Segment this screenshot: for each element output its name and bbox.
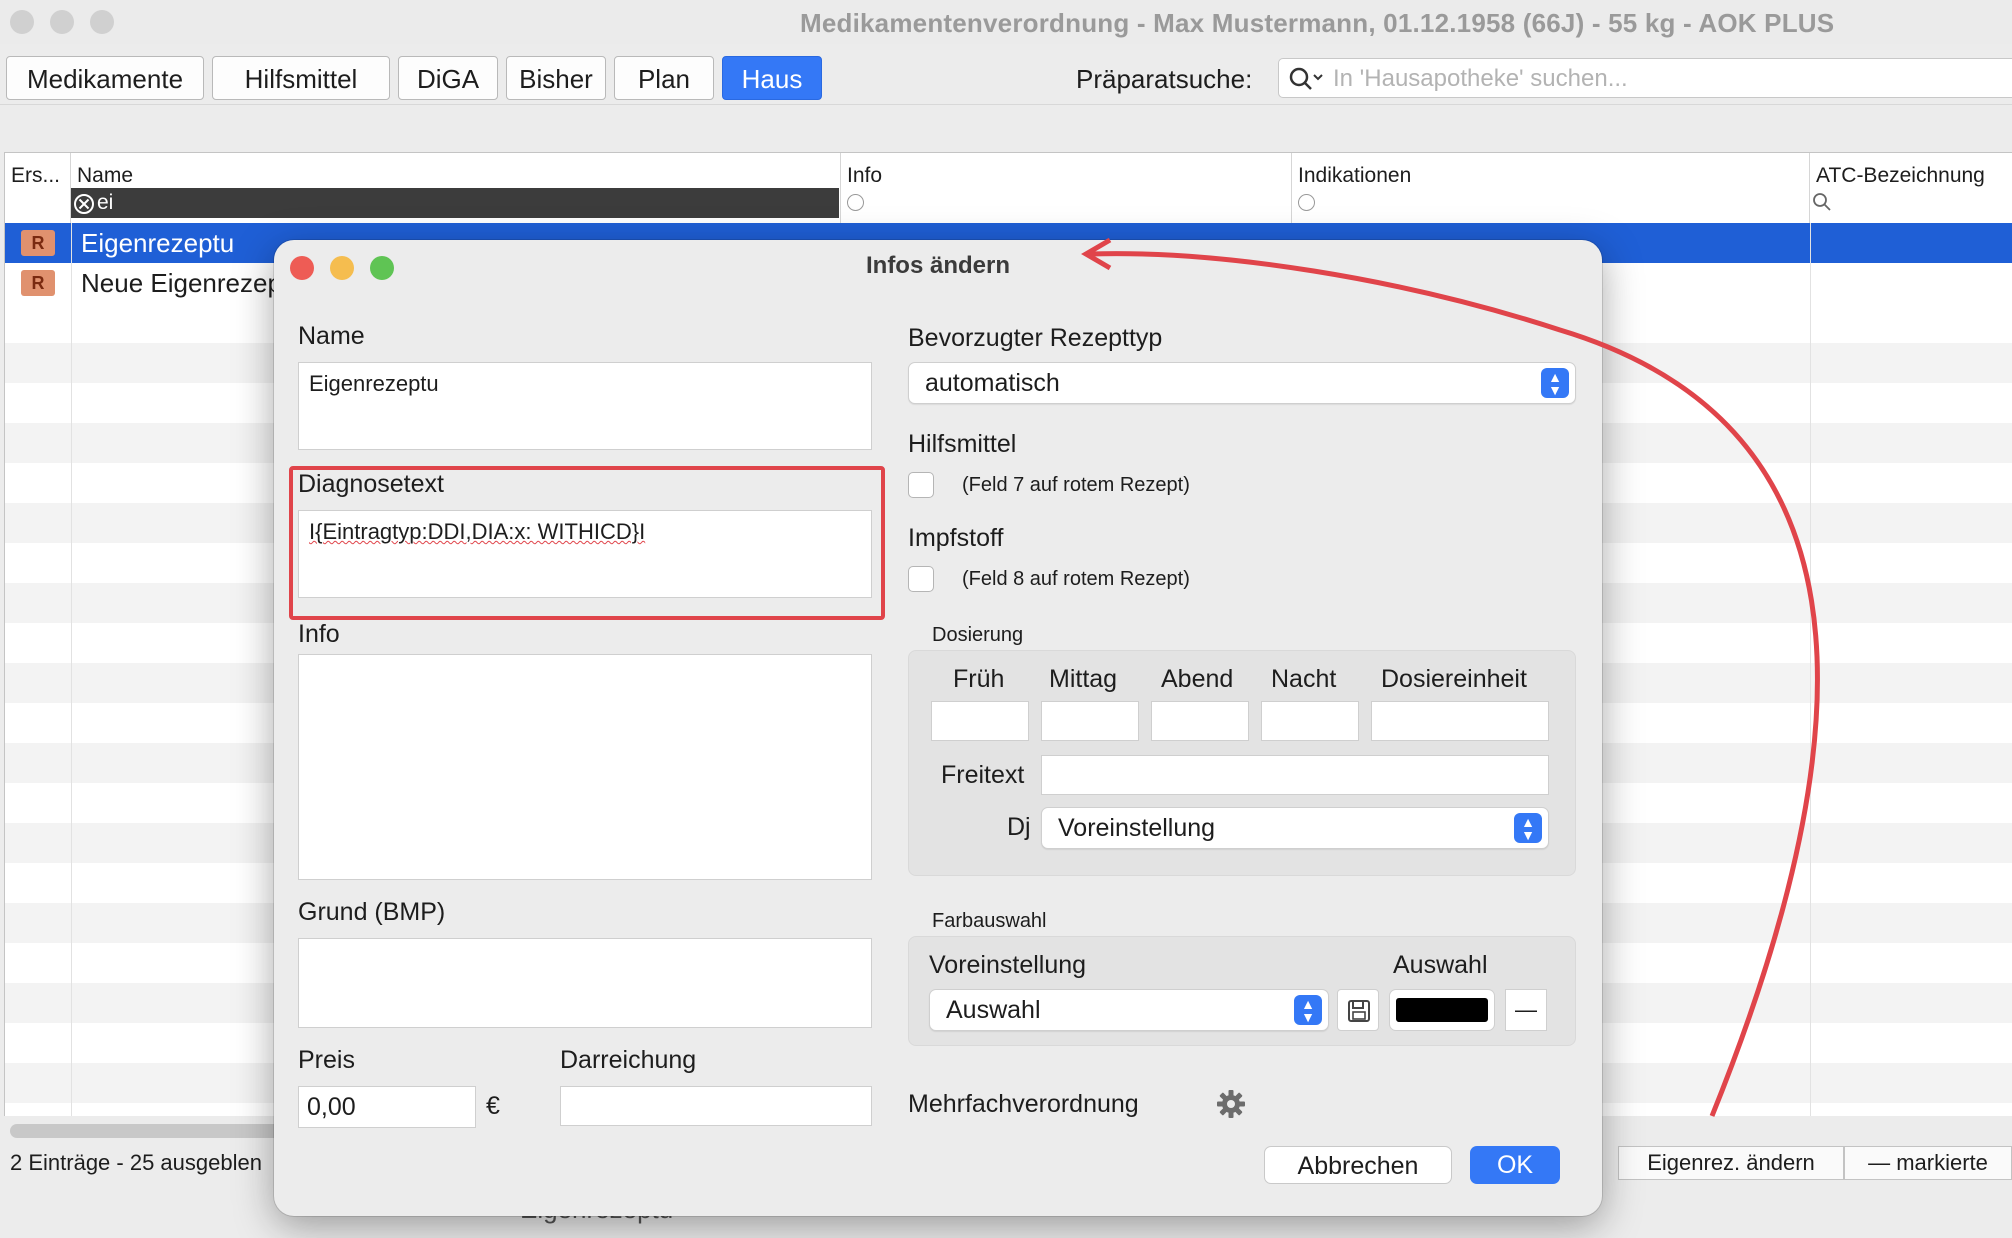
annotation-arrow <box>1081 237 1820 1117</box>
